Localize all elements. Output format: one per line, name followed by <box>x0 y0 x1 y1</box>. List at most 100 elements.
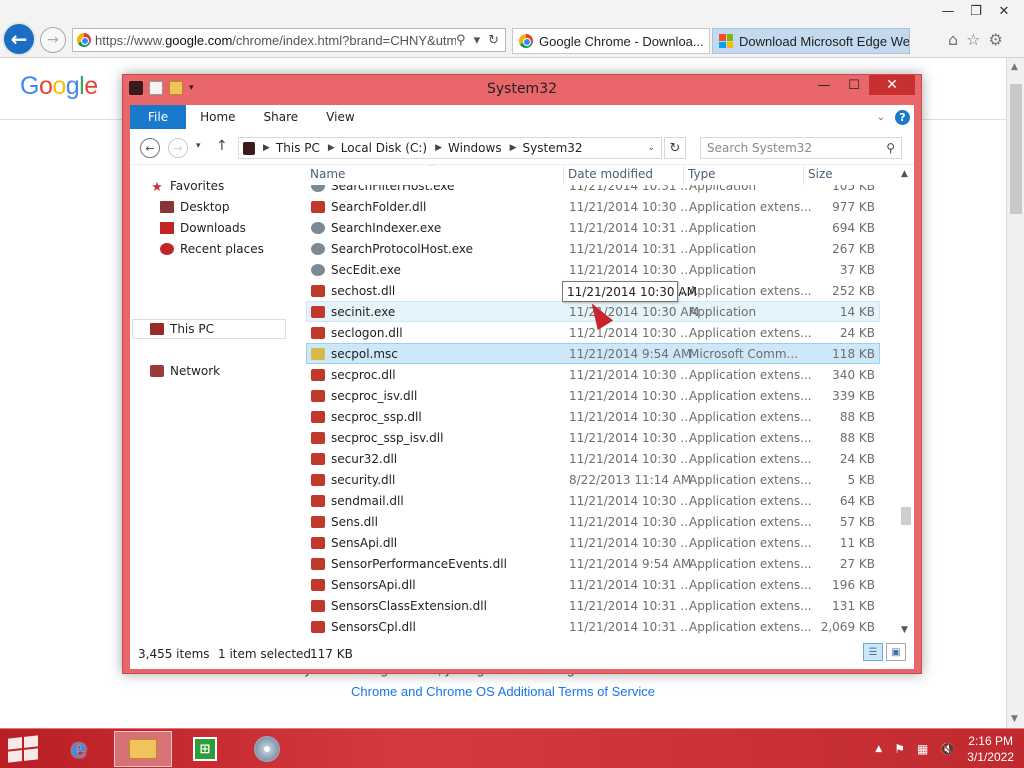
nav-desktop[interactable]: Desktop <box>160 200 230 214</box>
file-row[interactable]: secproc_ssp_isv.dll 11/21/2014 10:30 ... A… <box>306 427 880 448</box>
restore-icon[interactable]: ❐ <box>962 0 990 22</box>
file-row[interactable]: seclogon.dll 11/21/2014 10:30 ... Applicat… <box>306 322 880 343</box>
nav-network[interactable]: Network <box>150 364 220 378</box>
refresh-button[interactable]: ↻ <box>664 137 686 159</box>
expand-ribbon-icon[interactable]: ⌄ <box>877 112 885 123</box>
terms-link[interactable]: Chrome and Chrome OS Additional Terms of… <box>0 684 1006 699</box>
page-scrollbar[interactable]: ▲ ▼ <box>1006 58 1024 728</box>
file-name: sechost.dll <box>331 284 396 298</box>
action-center-flag-icon[interactable]: ⚑ <box>894 742 905 756</box>
file-name: secproc_isv.dll <box>331 389 418 403</box>
file-row[interactable]: SensorsCpl.dll 11/21/2014 10:31 ... Applic… <box>306 616 880 637</box>
close-icon[interactable]: ✕ <box>990 0 1018 22</box>
breadcrumb[interactable]: ▶ This PC ▶ Local Disk (C:) ▶ Windows ▶ Syst… <box>238 137 662 159</box>
address-url[interactable]: https://www.google.com/chrome/index.html… <box>95 33 456 48</box>
breadcrumb-system32[interactable]: System32 <box>523 141 583 155</box>
tab-share[interactable]: Share <box>250 105 313 129</box>
file-row[interactable]: SensorsApi.dll 11/21/2014 10:31 ... Applic… <box>306 574 880 595</box>
show-hidden-icons-icon[interactable]: ▲ <box>875 744 882 754</box>
file-row[interactable]: SensorPerformanceEvents.dll 11/21/2014 9:… <box>306 553 880 574</box>
large-icons-view-icon[interactable]: ▣ <box>886 643 906 661</box>
file-row[interactable]: secpol.msc 11/21/2014 9:54 AM Microsoft Co… <box>306 343 880 364</box>
address-bar[interactable]: https://www.google.com/chrome/index.html… <box>72 28 506 52</box>
maximize-icon[interactable]: ☐ <box>839 75 869 95</box>
search-icon[interactable]: ⚲ <box>456 33 466 48</box>
nav-downloads[interactable]: Downloads <box>160 221 246 235</box>
column-date-modified[interactable]: Date modified <box>568 167 653 181</box>
tab-label: Google Chrome - Downloa... <box>539 33 704 49</box>
file-row[interactable]: SensApi.dll 11/21/2014 10:30 ... Applicati… <box>306 532 880 553</box>
forward-arrow-icon[interactable]: → <box>168 138 188 158</box>
recent-locations-icon[interactable]: ▾ <box>196 141 201 151</box>
file-row[interactable]: Sens.dll 11/21/2014 10:30 ... Application … <box>306 511 880 532</box>
browser-tab-edge[interactable]: Download Microsoft Edge We... <box>712 28 910 54</box>
nav-favorites[interactable]: ★ Favorites <box>150 179 224 195</box>
nav-this-pc[interactable]: This PC <box>150 322 214 336</box>
file-name: secproc.dll <box>331 368 396 382</box>
taskbar-file-explorer[interactable] <box>114 731 172 767</box>
scroll-up-icon[interactable]: ▲ <box>901 169 908 179</box>
file-row[interactable]: SensorsClassExtension.dll 11/21/2014 10:3… <box>306 595 880 616</box>
back-button[interactable]: ← <box>2 22 36 56</box>
application-icon <box>311 264 325 276</box>
file-row[interactable]: secproc_isv.dll 11/21/2014 10:30 ... Appli… <box>306 385 880 406</box>
dropdown-icon[interactable]: ▾ <box>474 33 481 48</box>
file-row[interactable]: SearchFolder.dll 11/21/2014 10:30 ... Appl… <box>306 196 880 217</box>
file-type: Application extens... <box>689 620 812 634</box>
tab-file[interactable]: File <box>130 105 187 129</box>
status-bar: 3,455 items 1 item selected 117 KB ☰ ▣ <box>130 637 914 669</box>
file-row[interactable]: sendmail.dll 11/21/2014 10:30 ... Applicat… <box>306 490 880 511</box>
file-row[interactable]: security.dll 8/22/2013 11:14 AM Applicatio… <box>306 469 880 490</box>
breadcrumb-windows[interactable]: Windows <box>448 141 502 155</box>
help-icon[interactable]: ? <box>895 109 910 125</box>
file-row[interactable]: secproc_ssp.dll 11/21/2014 10:30 ... Appli… <box>306 406 880 427</box>
minimize-icon[interactable]: — <box>809 75 839 95</box>
file-name: SearchIndexer.exe <box>331 221 442 235</box>
file-row[interactable]: secur32.dll 11/21/2014 10:30 ... Applicati… <box>306 448 880 469</box>
favorites-star-icon[interactable]: ☆ <box>966 30 980 49</box>
tab-view[interactable]: View <box>312 105 368 129</box>
file-row[interactable]: SearchProtocolHost.exe 11/21/2014 10:31 .… <box>306 238 880 259</box>
search-input[interactable]: Search System32 ⚲ <box>700 137 902 159</box>
desktop-icon <box>160 201 174 213</box>
taskbar-store[interactable]: ⊞ <box>176 731 234 767</box>
gear-icon[interactable]: ⚙ <box>989 30 1003 49</box>
breadcrumb-this-pc[interactable]: This PC <box>276 141 320 155</box>
home-icon[interactable]: ⌂ <box>948 30 958 49</box>
nav-recent-places[interactable]: Recent places <box>160 242 264 256</box>
taskbar-internet-explorer[interactable]: e <box>50 731 108 767</box>
up-arrow-icon[interactable]: ↑ <box>216 138 228 154</box>
back-arrow-icon[interactable]: ← <box>140 138 160 158</box>
scroll-thumb[interactable] <box>901 507 911 525</box>
address-dropdown-icon[interactable]: ⌄ <box>647 143 655 153</box>
column-name[interactable]: Name <box>310 167 345 181</box>
column-type[interactable]: Type <box>688 167 716 181</box>
file-name: secinit.exe <box>331 305 396 319</box>
scroll-up-icon[interactable]: ▲ <box>1011 62 1018 72</box>
details-view-icon[interactable]: ☰ <box>863 643 883 661</box>
file-row[interactable]: SecEdit.exe 11/21/2014 10:30 ... Applicati… <box>306 259 880 280</box>
clock[interactable]: 2:16 PM 3/1/2022 <box>967 733 1014 765</box>
file-size: 5 KB <box>847 473 875 487</box>
volume-muted-icon[interactable]: 🔇 <box>940 742 955 756</box>
scroll-down-icon[interactable]: ▼ <box>901 625 908 635</box>
taskbar-media-app[interactable] <box>238 731 296 767</box>
minimize-icon[interactable]: — <box>934 0 962 22</box>
forward-button[interactable]: → <box>40 27 66 53</box>
breadcrumb-local-disk[interactable]: Local Disk (C:) <box>341 141 427 155</box>
refresh-icon: ↻ <box>669 140 681 156</box>
file-size: 340 KB <box>832 368 875 382</box>
file-row[interactable]: secproc.dll 11/21/2014 10:30 ... Applicati… <box>306 364 880 385</box>
network-tray-icon[interactable]: ▦ <box>917 742 928 756</box>
dll-icon <box>311 537 325 549</box>
close-icon[interactable]: ✕ <box>869 75 915 95</box>
browser-tab-chrome[interactable]: Google Chrome - Downloa... ✕ <box>512 28 710 54</box>
file-list-scrollbar[interactable]: ▲ ▼ <box>898 165 914 637</box>
scroll-thumb[interactable] <box>1010 84 1022 214</box>
scroll-down-icon[interactable]: ▼ <box>1011 714 1018 724</box>
column-size[interactable]: Size <box>808 167 833 181</box>
refresh-icon[interactable]: ↻ <box>488 33 499 48</box>
start-button[interactable] <box>8 735 38 763</box>
file-row[interactable]: SearchIndexer.exe 11/21/2014 10:31 ... App… <box>306 217 880 238</box>
tab-home[interactable]: Home <box>186 105 249 129</box>
